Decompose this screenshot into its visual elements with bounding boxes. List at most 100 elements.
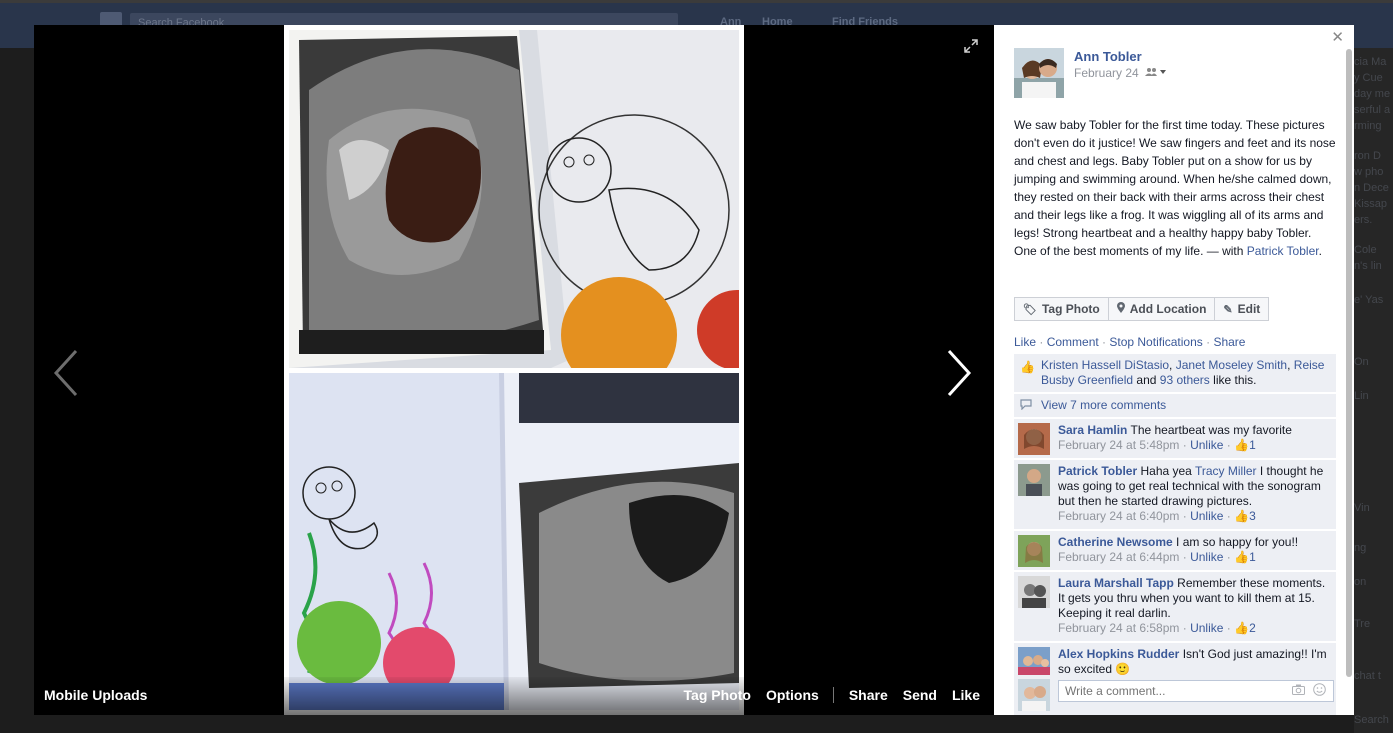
comment-time-link[interactable]: February 24 at 6:44pm xyxy=(1058,550,1179,564)
comment-like-count[interactable]: 👍2 xyxy=(1234,621,1256,635)
commenter-name-link[interactable]: Laura Marshall Tapp xyxy=(1058,576,1174,590)
background-fragment: w pho xyxy=(1354,166,1384,178)
view-more-comments[interactable]: View 7 more comments xyxy=(1014,394,1336,417)
commenter-name-link[interactable]: Catherine Newsome xyxy=(1058,535,1173,549)
emoji-smiley-icon[interactable] xyxy=(1313,683,1326,699)
comment-meta: February 24 at 6:44pm · Unlike · 👍1 xyxy=(1058,550,1256,564)
comment-like-count[interactable]: 👍1 xyxy=(1234,438,1256,452)
comment-text: Haha yea xyxy=(1140,464,1195,478)
view-more-comments-link[interactable]: View 7 more comments xyxy=(1041,398,1166,412)
post-caption-text: We saw baby Tobler for the first time to… xyxy=(1014,118,1336,258)
unlike-link[interactable]: Unlike xyxy=(1190,509,1223,523)
comment-meta: February 24 at 5:48pm · Unlike · 👍1 xyxy=(1058,438,1256,452)
author-avatar[interactable] xyxy=(1014,48,1064,98)
liker-link[interactable]: Janet Moseley Smith xyxy=(1176,358,1287,372)
close-icon[interactable]: ✕ xyxy=(1331,28,1344,46)
thumbs-up-icon: 👍 xyxy=(1234,438,1250,452)
share-action[interactable]: Share xyxy=(849,687,888,703)
stop-notifications-link[interactable]: Stop Notifications xyxy=(1109,335,1202,349)
add-location-button[interactable]: Add Location xyxy=(1108,297,1216,321)
commenter-avatar[interactable] xyxy=(1018,647,1050,677)
likes-and: and xyxy=(1133,373,1160,387)
commenter-name-link[interactable]: Alex Hopkins Rudder xyxy=(1058,647,1179,661)
background-top-line xyxy=(0,0,1393,3)
like-count: 1 xyxy=(1249,438,1256,452)
background-fragment: On xyxy=(1354,356,1369,368)
album-name-link[interactable]: Mobile Uploads xyxy=(44,687,147,703)
edit-label: Edit xyxy=(1237,302,1261,316)
background-right-column: cia Ma y Cue day me serful a rming ron D… xyxy=(1354,48,1393,733)
like-link[interactable]: Like xyxy=(1014,335,1036,349)
photo-bottom-sonogram xyxy=(289,373,739,710)
unlike-link[interactable]: Unlike xyxy=(1190,621,1223,635)
post-with-suffix: . xyxy=(1318,244,1322,258)
liker-link[interactable]: Kristen Hassell DiStasio xyxy=(1041,358,1169,372)
camera-icon[interactable] xyxy=(1292,684,1305,698)
comment-item: Catherine Newsome I am so happy for you!… xyxy=(1014,531,1336,570)
unlike-link[interactable]: Unlike xyxy=(1190,438,1223,452)
commenter-name-link[interactable]: Sara Hamlin xyxy=(1058,423,1127,437)
tag-photo-action[interactable]: Tag Photo xyxy=(684,687,751,703)
background-fragment: day me xyxy=(1354,88,1391,100)
photo-action-bar: Mobile Uploads Tag Photo Options Share S… xyxy=(34,677,994,715)
separator-dot: · xyxy=(1098,335,1110,349)
next-photo-arrow-icon[interactable] xyxy=(939,345,979,401)
share-link[interactable]: Share xyxy=(1213,335,1245,349)
post-date-link[interactable]: February 24 xyxy=(1074,66,1139,80)
panel-scrollbar[interactable] xyxy=(1346,49,1352,677)
author-name-link[interactable]: Ann Tobler xyxy=(1074,49,1142,64)
post-with-prefix: — with xyxy=(1203,244,1247,258)
background-fragment: Search xyxy=(1354,714,1389,726)
background-fragment: ron D xyxy=(1354,150,1381,162)
unlike-link[interactable]: Unlike xyxy=(1190,550,1223,564)
mention-link[interactable]: Tracy Miller xyxy=(1195,464,1257,478)
comment-meta: February 24 at 6:40pm · Unlike · 👍3 xyxy=(1058,509,1256,523)
add-location-label: Add Location xyxy=(1129,302,1207,316)
others-likers-link[interactable]: 93 others xyxy=(1160,373,1210,387)
previous-photo-arrow-icon[interactable] xyxy=(46,345,86,401)
pencil-icon: ✎ xyxy=(1223,303,1233,316)
comment-time-link[interactable]: February 24 at 6:40pm xyxy=(1058,509,1179,523)
comment-time-link[interactable]: February 24 at 6:58pm xyxy=(1058,621,1179,635)
comment-text: I am so happy for you!! xyxy=(1176,535,1299,549)
comment-bubble-icon xyxy=(1020,399,1032,413)
photo[interactable] xyxy=(284,25,744,715)
background-fragment: Kissap xyxy=(1354,198,1388,210)
comment-link[interactable]: Comment xyxy=(1047,335,1099,349)
post-date: February 24 xyxy=(1074,66,1167,80)
tag-photo-button[interactable]: 🏷 Tag Photo xyxy=(1014,297,1109,321)
comment-text: The heartbeat was my favorite xyxy=(1130,423,1292,437)
background-fragment: Vin xyxy=(1354,502,1370,514)
commenter-avatar[interactable] xyxy=(1018,423,1050,455)
background-fragment: cia Ma xyxy=(1354,56,1387,68)
tag-icon: 🏷 xyxy=(1023,303,1037,316)
photo-info-panel: ✕ Ann Tobler February 24 We saw baby Tob… xyxy=(994,25,1354,715)
commenter-avatar[interactable] xyxy=(1018,576,1050,608)
background-fragment: n Dece xyxy=(1354,182,1389,194)
like-count: 3 xyxy=(1249,509,1256,523)
comment-like-count[interactable]: 👍3 xyxy=(1234,509,1256,523)
commenter-avatar[interactable] xyxy=(1018,535,1050,567)
background-fragment: ng xyxy=(1354,542,1367,554)
send-action[interactable]: Send xyxy=(903,687,937,703)
like-action[interactable]: Like xyxy=(952,687,980,703)
comment-time-link[interactable]: February 24 at 5:48pm xyxy=(1058,438,1179,452)
likes-summary: 👍 Kristen Hassell DiStasio, Janet Mosele… xyxy=(1014,354,1336,392)
tagged-person-link[interactable]: Patrick Tobler xyxy=(1247,244,1319,258)
commenter-avatar[interactable] xyxy=(1018,464,1050,496)
comment-meta: February 24 at 6:58pm · Unlike · 👍2 xyxy=(1058,621,1256,635)
photo-actions: Tag Photo Options Share Send Like xyxy=(669,687,980,703)
edit-button[interactable]: ✎ Edit xyxy=(1215,297,1270,321)
fullscreen-expand-icon[interactable] xyxy=(964,39,980,55)
comment-like-count[interactable]: 👍1 xyxy=(1234,550,1256,564)
audience-selector-icon[interactable] xyxy=(1144,67,1167,80)
background-fragment: rming xyxy=(1354,120,1382,132)
separator-dot: · xyxy=(1202,335,1214,349)
commenter-name-link[interactable]: Patrick Tobler xyxy=(1058,464,1137,478)
background-fragment: serful a xyxy=(1354,104,1391,116)
comment-item: Patrick Tobler Haha yea Tracy Miller I t… xyxy=(1014,460,1336,529)
options-action[interactable]: Options xyxy=(766,687,819,703)
background-fragment: Tre xyxy=(1354,618,1371,630)
post-actions: Like · Comment · Stop Notifications · Sh… xyxy=(1014,335,1245,349)
photo-top-sonogram xyxy=(289,30,739,368)
